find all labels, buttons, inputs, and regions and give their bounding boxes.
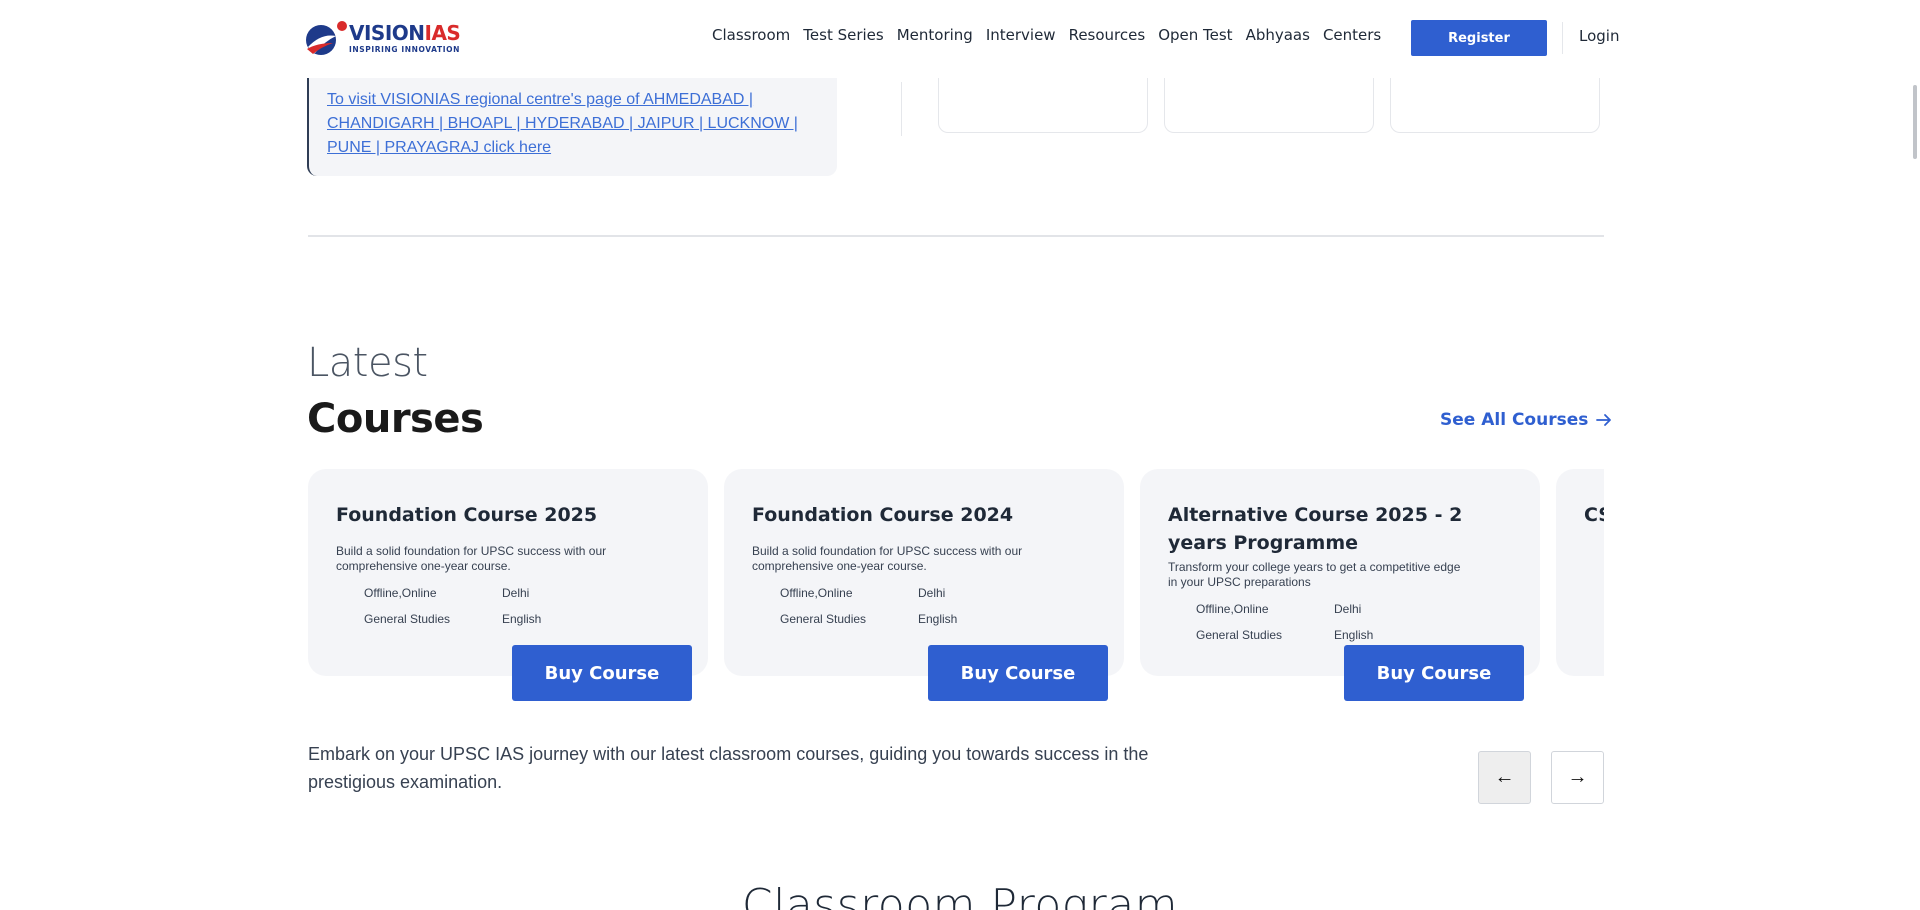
course-title: Foundation Course 2025	[336, 504, 598, 526]
course-language: English	[1334, 628, 1374, 642]
course-mode: Offline,Online	[364, 586, 437, 600]
course-subject: General Studies	[1196, 628, 1283, 642]
section-divider	[308, 235, 1604, 237]
course-language: English	[502, 612, 542, 626]
buy-course-button[interactable]: Buy Course	[1344, 645, 1524, 701]
course-subject: General Studies	[780, 612, 867, 626]
courses-description: Embark on your UPSC IAS journey with our…	[308, 744, 1149, 792]
regional-centre-box: To visit VISIONIAS regional centre's pag…	[307, 78, 837, 176]
see-all-label: See All Courses	[1440, 410, 1589, 430]
arrow-left-icon: ←	[1494, 766, 1515, 788]
login-divider	[1562, 22, 1563, 54]
site-header: VISIONIAS INSPIRING INNOVATION Classroom…	[0, 0, 1920, 78]
carousel-next-button[interactable]: →	[1551, 751, 1604, 804]
nav-abhyaas[interactable]: Abhyaas	[1246, 26, 1310, 44]
main-nav: Classroom Test Series Mentoring Intervie…	[712, 26, 1394, 44]
course-city: Delhi	[918, 586, 946, 600]
nav-classroom[interactable]: Classroom	[712, 26, 790, 44]
logo-tagline: INSPIRING INNOVATION	[349, 45, 460, 54]
logo-name-ias: IAS	[424, 21, 461, 45]
nav-mentoring[interactable]: Mentoring	[897, 26, 973, 44]
section-vertical-divider	[901, 82, 902, 136]
buy-course-button[interactable]: Buy Course	[512, 645, 692, 701]
arrow-right-icon: →	[1567, 766, 1588, 788]
register-button[interactable]: Register	[1411, 20, 1547, 56]
classroom-program-title: Classroom Program	[741, 880, 1179, 910]
page-scrollbar[interactable]	[1913, 85, 1917, 159]
logo-name-vision: VISION	[349, 21, 425, 45]
course-title: Foundation Course 2024	[752, 504, 1014, 526]
course-title: Alternative Course 2025 - 2 years Progra…	[1168, 504, 1463, 554]
course-language: English	[918, 612, 958, 626]
nav-open-test[interactable]: Open Test	[1158, 26, 1232, 44]
stat-card: Over 1.7M+ Downloads	[1390, 72, 1600, 133]
course-city: Delhi	[1334, 602, 1362, 616]
nav-test-series[interactable]: Test Series	[803, 26, 883, 44]
regional-centre-link[interactable]: To visit VISIONIAS regional centre's pag…	[327, 91, 798, 156]
logo-mark-icon	[303, 19, 349, 57]
course-description: Build a solid foundation for UPSC succes…	[752, 544, 1023, 573]
course-title: CS	[1584, 504, 1604, 526]
nav-interview[interactable]: Interview	[986, 26, 1056, 44]
stat-card: Over Million+ Download	[1164, 72, 1374, 133]
course-meta: Offline,Online Delhi General Studies Engli…	[1196, 596, 1496, 648]
carousel-prev-button[interactable]: ←	[1478, 751, 1531, 804]
course-subject: General Studies	[364, 612, 451, 626]
course-description: Transform your college years to get a co…	[1168, 560, 1461, 589]
course-city: Delhi	[502, 586, 530, 600]
section-title-light: Latest	[307, 340, 428, 386]
section-title-bold: Courses	[307, 396, 484, 442]
course-carousel: Foundation Course 2025 Build a solid fou…	[308, 469, 1604, 719]
course-mode: Offline,Online	[780, 586, 853, 600]
course-meta: Offline,Online Delhi General Studies Engli…	[364, 580, 664, 632]
arrow-right-icon	[1596, 414, 1612, 426]
course-description: Build a solid foundation for UPSC succes…	[336, 544, 607, 573]
see-all-courses-link[interactable]: See All Courses	[1440, 410, 1612, 430]
course-meta: Offline,Online Delhi General Studies Engli…	[780, 580, 1080, 632]
buy-course-button[interactable]: Buy Course	[928, 645, 1108, 701]
course-mode: Offline,Online	[1196, 602, 1269, 616]
nav-centers[interactable]: Centers	[1323, 26, 1381, 44]
login-link[interactable]: Login	[1579, 27, 1619, 45]
nav-resources[interactable]: Resources	[1069, 26, 1146, 44]
stat-card: Over 100M+ Views	[938, 72, 1148, 133]
course-card: CS	[1556, 469, 1604, 676]
visionias-logo[interactable]: VISIONIAS INSPIRING INNOVATION	[303, 19, 473, 57]
